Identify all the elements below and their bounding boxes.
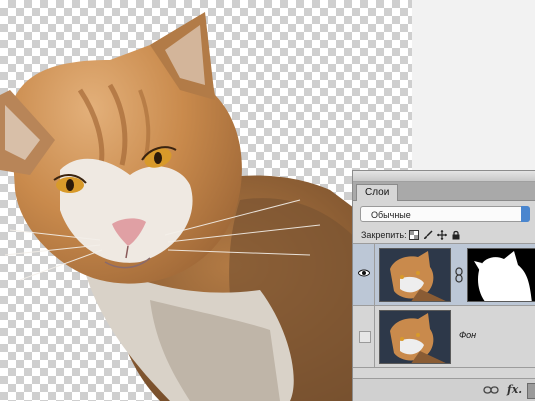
link-layers-icon[interactable] — [483, 385, 499, 395]
fx-icon[interactable]: fx. — [507, 383, 522, 396]
visibility-toggle[interactable] — [353, 244, 375, 305]
mask-link-icon[interactable] — [454, 267, 464, 283]
layer-row-background[interactable]: Фон — [353, 306, 535, 368]
layer-mask-thumbnail[interactable] — [467, 248, 535, 302]
visibility-box-icon — [359, 331, 371, 343]
blend-mode-row: Обычные — [353, 201, 535, 227]
layer-row-cut[interactable] — [353, 244, 535, 306]
panel-title-bar[interactable] — [353, 171, 535, 182]
document-canvas[interactable] — [0, 0, 412, 401]
more-icon[interactable] — [527, 383, 535, 399]
layer-name: Фон — [459, 330, 477, 340]
lock-transparent-icon[interactable] — [409, 230, 419, 240]
lock-all-icon[interactable] — [451, 230, 461, 240]
panel-tab-bar: Слои — [353, 182, 535, 201]
tab-layers[interactable]: Слои — [356, 184, 399, 201]
panel-bottom-bar: fx. — [353, 378, 535, 401]
cat-image — [0, 12, 410, 401]
lock-move-icon[interactable] — [437, 230, 447, 240]
lock-row: Закрепить: — [353, 227, 535, 244]
dropdown-arrow-icon — [521, 206, 530, 222]
layer-thumbnail — [379, 248, 451, 302]
lock-brush-icon[interactable] — [423, 230, 433, 240]
lock-label: Закрепить: — [361, 230, 407, 240]
blend-mode-dropdown[interactable]: Обычные — [360, 206, 530, 222]
layers-panel: Слои Обычные Закрепить: Фон fx. — [352, 170, 535, 401]
blend-mode-value: Обычные — [371, 210, 411, 220]
visibility-toggle[interactable] — [353, 306, 375, 367]
eye-icon — [358, 269, 370, 277]
layer-thumbnail — [379, 310, 451, 364]
